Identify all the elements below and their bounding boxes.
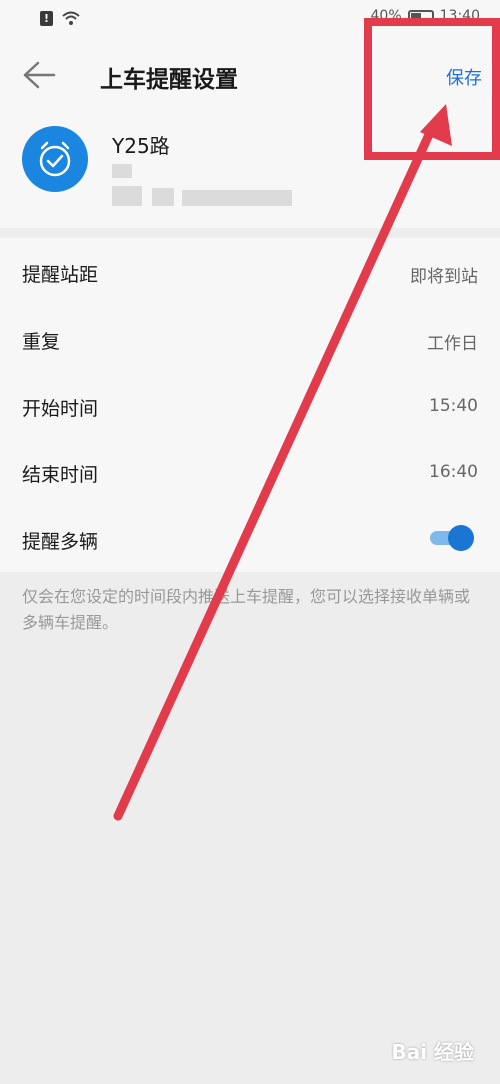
toggle-knob [448, 525, 474, 551]
row-end-time[interactable]: 结束时间 16:40 [0, 438, 500, 505]
clock: 13:40 [439, 8, 480, 24]
row-label: 重复 [22, 331, 61, 353]
status-right: 40% 13:40 [371, 8, 480, 24]
row-start-time[interactable]: 开始时间 15:40 [0, 372, 500, 439]
row-label: 提醒多辆 [22, 531, 99, 553]
row-label: 开始时间 [22, 398, 99, 420]
row-value: 即将到站 [410, 267, 478, 287]
back-arrow-icon[interactable] [22, 60, 56, 90]
page-title: 上车提醒设置 [100, 67, 238, 93]
alarm-clock-icon [39, 141, 71, 177]
footnote: 仅会在您设定的时间段内推送上车提醒，您可以选择接收单辆或多辆车提醒。 [22, 587, 471, 632]
row-repeat[interactable]: 重复 工作日 [0, 305, 500, 372]
baidu-watermark: Bai 经验 [391, 1040, 474, 1064]
row-value: 16:40 [429, 462, 478, 482]
wifi-icon [62, 11, 80, 25]
sim-alert-icon: ! [40, 10, 53, 26]
battery-icon [407, 9, 434, 23]
route-card: Y25路 [0, 114, 500, 228]
row-multi-vehicle: 提醒多辆 [0, 505, 500, 572]
row-value: 15:40 [429, 396, 478, 416]
row-label: 结束时间 [22, 464, 99, 486]
multi-vehicle-toggle[interactable] [428, 525, 474, 551]
row-reminder-distance[interactable]: 提醒站距 即将到站 [0, 238, 500, 305]
row-value: 工作日 [427, 334, 478, 354]
save-button[interactable]: 保存 [446, 64, 482, 90]
settings-list: 提醒站距 即将到站 重复 工作日 开始时间 15:40 结束时间 16:40 提… [0, 238, 500, 572]
app-header: 上车提醒设置 保存 [0, 36, 500, 114]
row-label: 提醒站距 [22, 264, 99, 286]
battery-percent: 40% [370, 8, 402, 24]
route-details-blurred [112, 158, 292, 214]
alarm-badge [22, 126, 88, 192]
route-name: Y25路 [112, 134, 170, 158]
status-bar: ! 40% 13:40 [0, 0, 500, 36]
status-left: ! [40, 10, 81, 26]
